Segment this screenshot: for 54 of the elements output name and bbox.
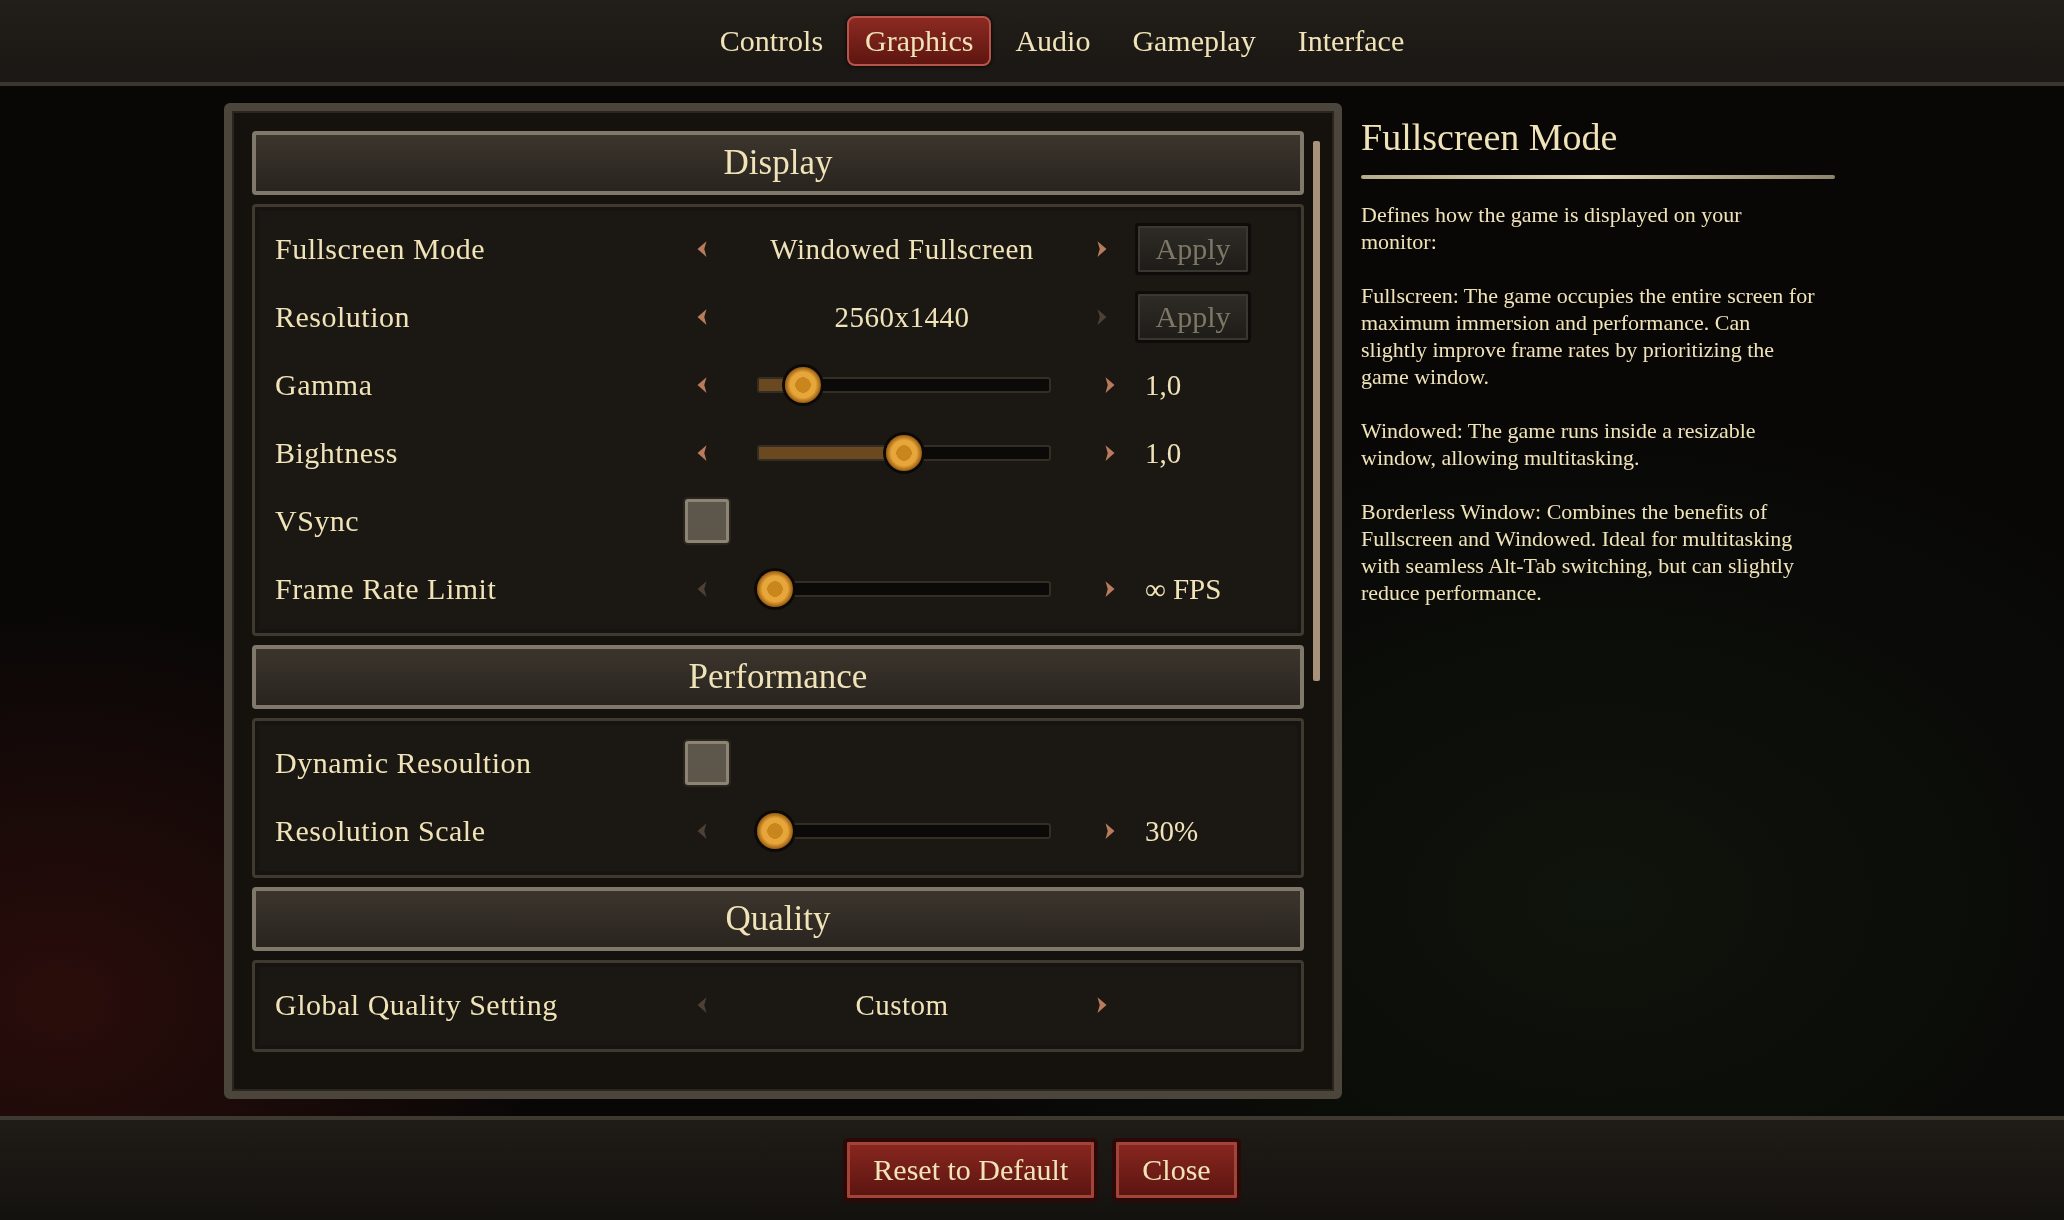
apply-button[interactable]: Apply [1135,223,1251,275]
previous-arrow-icon[interactable] [695,240,709,258]
previous-arrow-icon[interactable] [695,376,709,394]
slider-thumb[interactable] [757,813,793,849]
section-title: Performance [688,657,868,697]
slider[interactable] [757,811,1051,851]
value-text: 1,0 [1145,436,1182,470]
previous-arrow-icon[interactable] [695,308,709,326]
previous-arrow-icon[interactable] [695,444,709,462]
slider-thumb[interactable] [785,367,822,403]
setting-label: Resolution [275,300,411,334]
setting-label: Resolution Scale [275,814,487,848]
setting-label: VSync [275,504,361,538]
option-value: 2560x1440 [833,300,971,334]
next-arrow-icon[interactable] [1103,444,1117,462]
next-arrow-icon[interactable] [1103,822,1117,840]
tab[interactable]: Graphics [847,16,992,66]
slider-thumb[interactable] [886,435,922,471]
checkbox[interactable] [685,499,729,543]
help-paragraph: Defines how the game is displayed on your monitor: [1361,201,1743,255]
tab[interactable]: Gameplay [1114,16,1274,66]
reset-button[interactable]: Reset to Default [843,1138,1099,1202]
slider[interactable] [757,569,1051,609]
tab[interactable]: Controls [701,16,842,66]
help-paragraph: Windowed: The game runs inside a resizable window, allowing multitasking. [1361,417,1757,471]
option-value: Custom [854,988,950,1022]
help-paragraph: Borderless Window: Combines the benefits of Fullscreen and Windowed. Ideal for multitasking with seamless Alt-Tab switching, but can slightly reduce performance. [1361,498,1795,606]
slider[interactable] [757,433,1051,473]
next-arrow-icon[interactable] [1095,996,1109,1014]
section-title: Display [723,143,833,183]
option-value: Windowed Fullscreen [769,232,1035,266]
setting-label: Gamma [275,368,374,402]
tab[interactable]: Audio [997,16,1109,66]
setting-label: Dynamic Resoultion [275,746,533,780]
slider[interactable] [757,365,1051,405]
tab[interactable]: Interface [1279,16,1423,66]
setting-label: Frame Rate Limit [275,572,498,606]
help-title: Fullscreen Mode [1361,115,1619,159]
scrollbar[interactable] [1313,141,1320,681]
help-paragraph: Fullscreen: The game occupies the entire screen for maximum immersion and performance. Can slightly improve frame rates by prioritizing the game window. [1361,282,1816,390]
apply-button[interactable]: Apply [1135,291,1251,343]
section-title: Quality [725,899,831,939]
next-arrow-icon[interactable] [1103,580,1117,598]
value-text: 30% [1145,814,1199,848]
setting-label: Fullscreen Mode [275,232,486,266]
close-button[interactable]: Close [1112,1138,1241,1202]
setting-label: Global Quality Setting [275,988,559,1022]
checkbox[interactable] [685,741,729,785]
setting-label: Bightness [275,436,399,470]
value-text: 1,0 [1145,368,1182,402]
value-text: ∞ FPS [1145,572,1222,606]
next-arrow-icon[interactable] [1095,240,1109,258]
slider-thumb[interactable] [757,571,793,607]
next-arrow-icon[interactable] [1103,376,1117,394]
